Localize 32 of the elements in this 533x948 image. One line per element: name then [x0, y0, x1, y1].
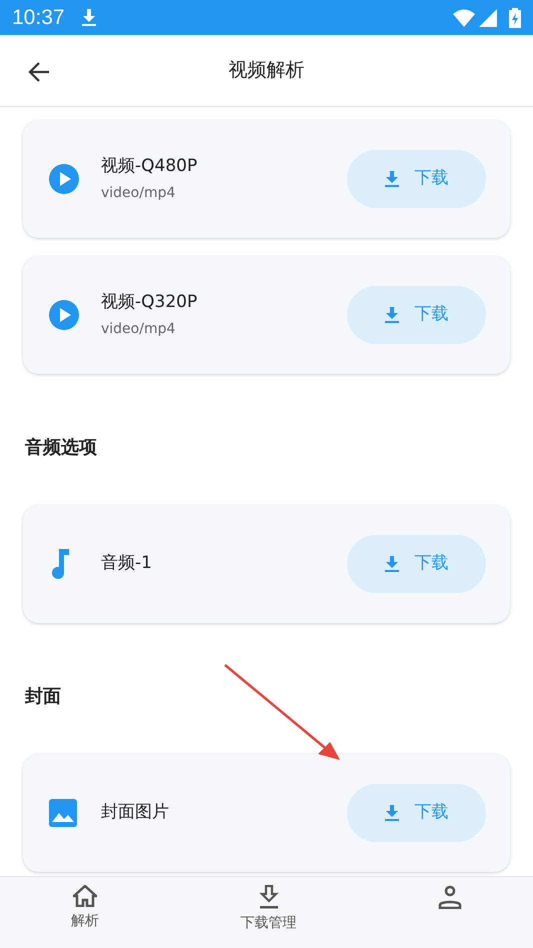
- page-title: 视频解析: [228, 58, 304, 84]
- wifi-icon: [453, 8, 475, 26]
- option-title: 封面图片: [101, 801, 170, 824]
- nav-tab[interactable]: 解析: [0, 877, 170, 948]
- option-format: video/mp4: [101, 320, 176, 340]
- download-button[interactable]: 下载: [347, 150, 486, 208]
- image-icon: [49, 799, 77, 827]
- section-title: 音频选项: [25, 436, 98, 460]
- download-button[interactable]: 下载: [347, 535, 486, 593]
- download-icon: [80, 8, 97, 26]
- back-button[interactable]: [28, 59, 50, 83]
- download-icon: [384, 307, 398, 323]
- section-title: 封面: [25, 685, 62, 709]
- option-format: video/mp4: [101, 184, 176, 204]
- download-button[interactable]: 下载: [347, 286, 486, 344]
- battery-icon: [509, 8, 521, 28]
- play-icon: [49, 164, 79, 194]
- download-icon: [258, 885, 280, 909]
- option-title: 视频-Q320P: [101, 290, 198, 314]
- download-icon: [384, 171, 398, 187]
- download-icon: [384, 556, 398, 572]
- play-icon: [49, 300, 79, 330]
- option-title: 视频-Q480P: [101, 154, 198, 178]
- nav-tab[interactable]: 下载管理: [170, 877, 368, 948]
- person-icon: [438, 885, 462, 909]
- clock: 10:37: [12, 4, 65, 31]
- music-note-icon: [49, 549, 71, 579]
- option-title: 音频-1: [101, 552, 153, 576]
- download-button[interactable]: 下载: [347, 784, 486, 842]
- signal-icon: [479, 8, 497, 26]
- home-icon: [72, 885, 97, 907]
- download-icon: [384, 805, 398, 821]
